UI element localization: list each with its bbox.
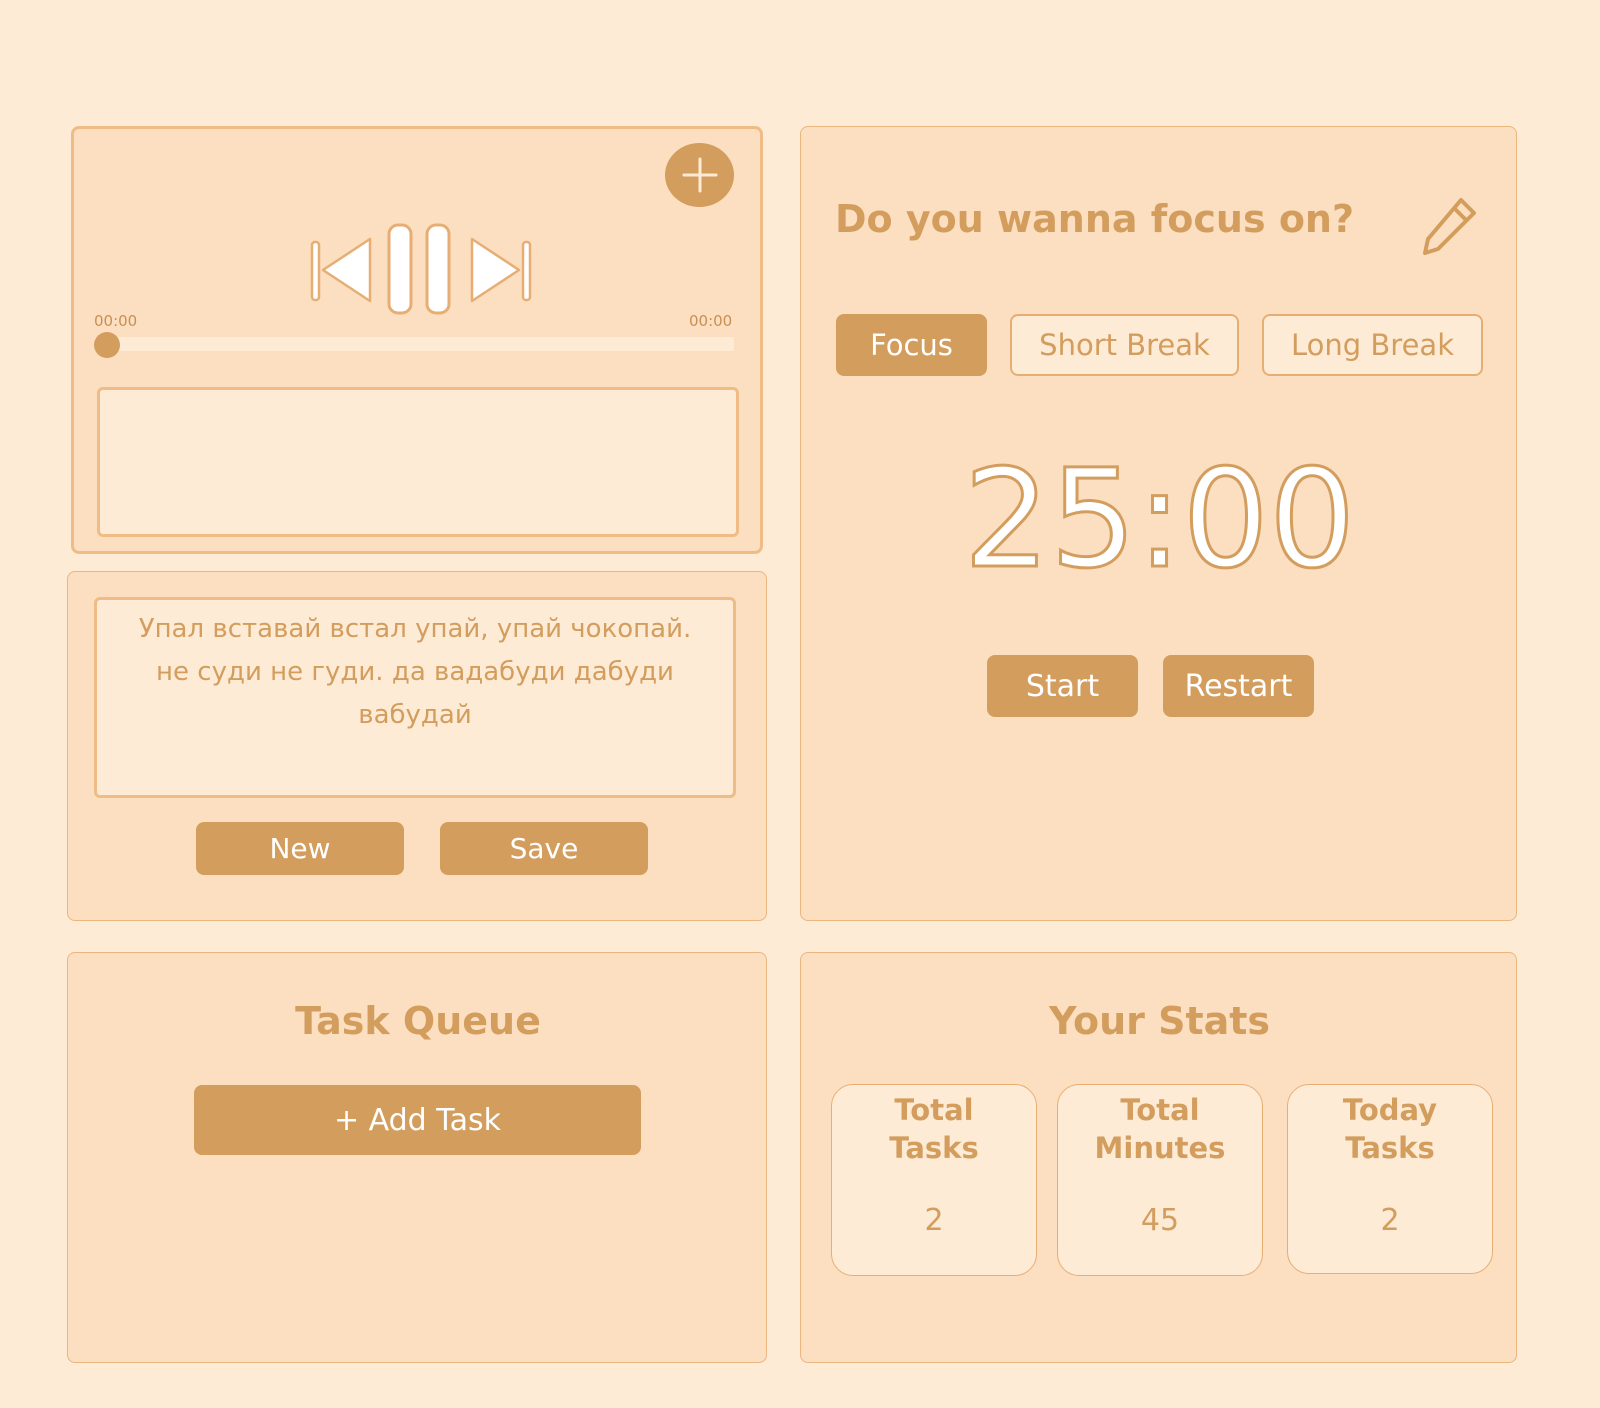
stat-card-total-tasks: Total Tasks 2 — [831, 1084, 1037, 1276]
pause-icon[interactable] — [387, 223, 453, 315]
task-queue-title: Task Queue — [295, 999, 541, 1043]
stats-panel: Your Stats Total Tasks 2 Total Minutes 4… — [800, 952, 1517, 1363]
quote-box: Упал вставай встал упай, упай чокопай. н… — [94, 597, 736, 798]
timer-panel: Do you wanna focus on? Focus Short Break… — [800, 126, 1517, 921]
duration-time: 00:00 — [689, 312, 733, 330]
current-time: 00:00 — [94, 312, 138, 330]
new-quote-button[interactable]: New — [196, 822, 404, 875]
music-player-panel: 00:00 00:00 — [71, 126, 763, 554]
task-queue-panel: Task Queue + Add Task — [67, 952, 767, 1363]
stat-card-today-tasks: Today Tasks 2 — [1287, 1084, 1493, 1274]
stat-label: Total Tasks — [889, 1093, 979, 1165]
mode-short-break-tab[interactable]: Short Break — [1010, 314, 1239, 376]
progress-track[interactable] — [106, 337, 734, 351]
add-task-button[interactable]: + Add Task — [194, 1085, 641, 1155]
mode-long-break-tab[interactable]: Long Break — [1262, 314, 1483, 376]
save-quote-button[interactable]: Save — [440, 822, 648, 875]
timer-display: 25:00 — [962, 441, 1357, 599]
stat-value: 2 — [924, 1203, 944, 1238]
plus-icon — [682, 157, 717, 193]
mode-focus-tab[interactable]: Focus — [836, 314, 987, 376]
restart-button[interactable]: Restart — [1163, 655, 1314, 717]
stat-value: 45 — [1140, 1203, 1180, 1238]
progress-thumb[interactable] — [94, 332, 120, 358]
stat-card-total-minutes: Total Minutes 45 — [1057, 1084, 1263, 1276]
playlist-box — [97, 387, 739, 537]
next-track-icon[interactable] — [468, 236, 532, 304]
start-button[interactable]: Start — [987, 655, 1138, 717]
stat-label: Total Minutes — [1094, 1093, 1226, 1165]
stat-label: Today Tasks — [1342, 1093, 1438, 1165]
stat-value: 2 — [1380, 1203, 1400, 1238]
quote-panel: Упал вставай встал упай, упай чокопай. н… — [67, 571, 767, 921]
stats-title: Your Stats — [1048, 999, 1271, 1043]
quote-text: Упал вставай встал упай, упай чокопай. н… — [138, 614, 692, 730]
add-track-button[interactable] — [665, 143, 734, 207]
pencil-icon[interactable] — [1421, 197, 1477, 255]
focus-heading: Do you wanna focus on? — [835, 197, 1355, 241]
previous-track-icon[interactable] — [310, 236, 374, 304]
